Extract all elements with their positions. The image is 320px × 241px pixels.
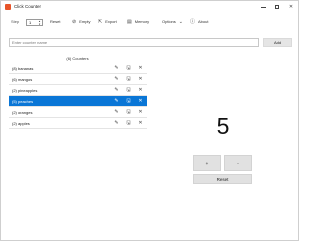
app-window: Click Counter ✕ Step 1 ▲ ▼ Reset ⊘ Empty … xyxy=(0,0,299,241)
toolbar-export-button[interactable]: ⇱ Export xyxy=(98,16,117,28)
save-icon[interactable]: 🖫 xyxy=(124,96,133,107)
save-icon[interactable]: 🖫 xyxy=(124,63,133,74)
stepper-arrows-icon[interactable]: ▲ ▼ xyxy=(38,20,41,26)
delete-icon[interactable]: ✕ xyxy=(136,118,145,129)
edit-icon[interactable]: ✎ xyxy=(112,118,121,129)
toolbar-empty-button[interactable]: ⊘ Empty xyxy=(72,16,91,28)
save-icon[interactable]: 🖫 xyxy=(124,74,133,85)
step-stepper[interactable]: 1 ▲ ▼ xyxy=(26,18,43,26)
delete-icon[interactable]: ✕ xyxy=(136,85,145,96)
edit-icon[interactable]: ✎ xyxy=(112,96,121,107)
toolbar-export-label: Export xyxy=(105,19,117,24)
maximize-icon xyxy=(274,4,280,10)
memory-icon: ▤ xyxy=(127,19,132,25)
counter-row-label: (2) oranges xyxy=(12,110,33,115)
save-icon[interactable]: 🖫 xyxy=(124,107,133,118)
save-icon[interactable]: 🖫 xyxy=(124,85,133,96)
counter-row[interactable]: (2) oranges ✎ 🖫 ✕ xyxy=(9,107,147,118)
app-icon xyxy=(5,4,11,10)
minimize-button[interactable] xyxy=(256,1,270,13)
counter-list: (8) bananas ✎ 🖫 ✕ (6) mangos ✎ 🖫 ✕ (2) p… xyxy=(9,63,147,129)
toolbar-memory-button[interactable]: ▤ Memory xyxy=(127,16,149,28)
decrement-button[interactable]: - xyxy=(224,155,252,171)
toolbar-about-button[interactable]: ⓘ About xyxy=(190,16,208,28)
maximize-button[interactable] xyxy=(270,1,284,13)
add-button[interactable]: Add xyxy=(263,38,292,47)
toolbar-reset-label: Reset xyxy=(50,19,61,24)
step-value[interactable]: 1 xyxy=(29,20,31,26)
export-icon: ⇱ xyxy=(98,19,103,25)
chevron-down-icon: ⌄ xyxy=(178,19,183,25)
title-bar[interactable]: Click Counter ✕ xyxy=(1,1,298,13)
counter-row[interactable]: (2) pineapples ✎ 🖫 ✕ xyxy=(9,85,147,96)
counters-list-header: (6) Counters xyxy=(66,56,89,61)
toolbar-options-label: Options xyxy=(162,19,176,24)
counter-row-label: (2) pineapples xyxy=(12,88,38,93)
minimize-icon xyxy=(260,6,266,8)
counter-row-label: (6) mangos xyxy=(12,77,33,82)
reset-counter-button[interactable]: Reset xyxy=(193,174,252,184)
save-icon[interactable]: 🖫 xyxy=(124,118,133,129)
step-label: Step xyxy=(11,19,20,24)
edit-icon[interactable]: ✎ xyxy=(112,85,121,96)
counter-row-label: (2) apples xyxy=(12,121,30,126)
edit-icon[interactable]: ✎ xyxy=(112,107,121,118)
edit-icon[interactable]: ✎ xyxy=(112,63,121,74)
toolbar-options-dropdown[interactable]: Options ⌄ xyxy=(162,16,183,28)
counter-row[interactable]: (8) bananas ✎ 🖫 ✕ xyxy=(9,63,147,74)
edit-icon[interactable]: ✎ xyxy=(112,74,121,85)
close-button[interactable]: ✕ xyxy=(284,1,298,13)
increment-button[interactable]: + xyxy=(193,155,221,171)
toolbar: Step 1 ▲ ▼ Reset ⊘ Empty ⇱ Export ▤ Memor… xyxy=(1,16,298,28)
delete-icon[interactable]: ✕ xyxy=(136,107,145,118)
delete-icon[interactable]: ✕ xyxy=(136,63,145,74)
window-title: Click Counter xyxy=(14,4,42,9)
counter-row-label: (8) bananas xyxy=(12,66,34,71)
toolbar-reset-button[interactable]: Reset xyxy=(50,16,60,28)
counter-value-display: 5 xyxy=(216,113,230,139)
counter-row[interactable]: (6) mangos ✎ 🖫 ✕ xyxy=(9,74,147,85)
empty-icon: ⊘ xyxy=(72,19,77,25)
counter-name-input[interactable] xyxy=(9,38,259,47)
close-icon: ✕ xyxy=(288,4,294,10)
toolbar-about-label: About xyxy=(198,19,209,24)
toolbar-empty-label: Empty xyxy=(79,19,91,24)
delete-icon[interactable]: ✕ xyxy=(136,96,145,107)
toolbar-memory-label: Memory xyxy=(134,19,150,24)
counter-row-selected[interactable]: (5) peaches ✎ 🖫 ✕ xyxy=(9,96,147,107)
counter-row[interactable]: (2) apples ✎ 🖫 ✕ xyxy=(9,118,147,129)
info-icon: ⓘ xyxy=(190,19,196,25)
counter-row-label: (5) peaches xyxy=(12,99,34,104)
delete-icon[interactable]: ✕ xyxy=(136,74,145,85)
